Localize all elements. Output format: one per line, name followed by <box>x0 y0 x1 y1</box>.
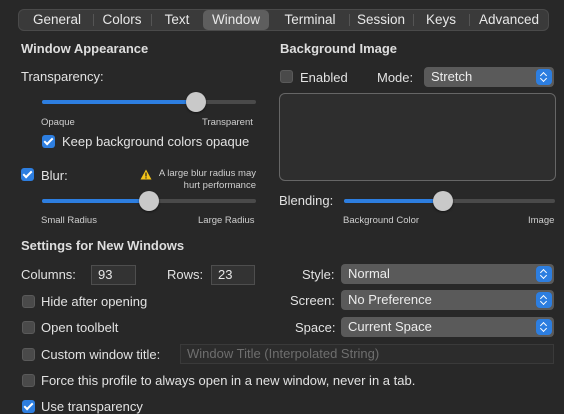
force-new-window-label[interactable]: Force this profile to always open in a n… <box>41 373 415 388</box>
transparency-min-label: Opaque <box>41 117 75 128</box>
tab-text[interactable]: Text <box>153 10 201 30</box>
popup-arrows-icon <box>536 69 552 85</box>
open-toolbelt-label[interactable]: Open toolbelt <box>41 320 118 335</box>
blending-min-label: Background Color <box>343 215 420 226</box>
keep-bg-opaque-label[interactable]: Keep background colors opaque <box>62 134 249 149</box>
tab-separator <box>413 14 414 26</box>
screen-value: No Preference <box>348 292 432 307</box>
style-popup[interactable]: Normal <box>341 264 554 284</box>
rows-field[interactable]: 23 <box>211 265 255 285</box>
blur-min-label: Small Radius <box>41 215 97 226</box>
transparency-label: Transparency: <box>21 69 104 84</box>
custom-title-label[interactable]: Custom window title: <box>41 347 160 362</box>
tab-bar: General Colors Text Window Terminal Sess… <box>18 9 549 31</box>
blur-max-label: Large Radius <box>198 215 255 226</box>
screen-popup[interactable]: No Preference <box>341 290 554 310</box>
tab-window[interactable]: Window <box>203 10 269 30</box>
blur-slider-fill <box>42 199 149 203</box>
tab-terminal[interactable]: Terminal <box>273 10 347 30</box>
transparency-max-label: Transparent <box>202 117 253 128</box>
tab-separator <box>151 14 152 26</box>
transparency-slider-fill <box>42 100 197 104</box>
style-label: Style: <box>302 267 335 282</box>
screen-label: Screen: <box>290 293 335 308</box>
enabled-checkbox[interactable] <box>280 70 293 83</box>
blur-checkbox[interactable] <box>21 168 34 181</box>
transparency-slider-knob[interactable] <box>186 92 207 112</box>
columns-label: Columns: <box>21 267 76 282</box>
blending-slider-fill <box>344 199 444 203</box>
style-value: Normal <box>348 266 390 281</box>
custom-title-field[interactable]: Window Title (Interpolated String) <box>180 344 554 364</box>
popup-arrows-icon <box>536 266 552 282</box>
space-label: Space: <box>295 320 336 335</box>
blending-slider-knob[interactable] <box>433 191 454 211</box>
background-image-well[interactable] <box>279 93 556 181</box>
warning-icon <box>140 168 152 180</box>
blending-label: Blending: <box>279 193 334 208</box>
popup-arrows-icon <box>536 292 552 308</box>
background-image-heading: Background Image <box>280 41 398 56</box>
custom-title-checkbox[interactable] <box>22 348 35 361</box>
mode-popup[interactable]: Stretch <box>424 67 554 87</box>
tab-keys[interactable]: Keys <box>415 10 467 30</box>
space-popup[interactable]: Current Space <box>341 317 554 337</box>
open-toolbelt-checkbox[interactable] <box>22 321 35 334</box>
blur-slider-knob[interactable] <box>139 191 159 211</box>
tab-separator <box>469 14 470 26</box>
blur-warning-text: A large blur radius may hurt performance <box>158 168 256 191</box>
blending-max-label: Image <box>528 215 555 226</box>
window-appearance-heading: Window Appearance <box>21 41 149 56</box>
blur-label[interactable]: Blur: <box>41 168 68 183</box>
mode-label: Mode: <box>377 70 414 85</box>
tab-advanced[interactable]: Advanced <box>471 10 547 30</box>
use-transparency-checkbox[interactable] <box>22 400 35 413</box>
use-transparency-label[interactable]: Use transparency <box>41 399 143 414</box>
transparency-slider[interactable] <box>42 100 256 104</box>
tab-separator <box>349 14 350 26</box>
hide-after-opening-label[interactable]: Hide after opening <box>41 294 147 309</box>
tab-general[interactable]: General <box>23 10 91 30</box>
enabled-label[interactable]: Enabled <box>300 70 348 85</box>
rows-label: Rows: <box>167 267 204 282</box>
columns-field[interactable]: 93 <box>91 265 136 285</box>
force-new-window-checkbox[interactable] <box>22 374 35 387</box>
keep-bg-opaque-checkbox[interactable] <box>42 135 55 148</box>
hide-after-opening-checkbox[interactable] <box>22 295 35 308</box>
mode-value: Stretch <box>431 69 473 84</box>
popup-arrows-icon <box>536 319 552 335</box>
tab-session[interactable]: Session <box>351 10 411 30</box>
space-value: Current Space <box>348 319 432 334</box>
new-windows-heading: Settings for New Windows <box>21 238 185 253</box>
tab-separator <box>93 14 94 26</box>
tab-colors[interactable]: Colors <box>95 10 149 30</box>
